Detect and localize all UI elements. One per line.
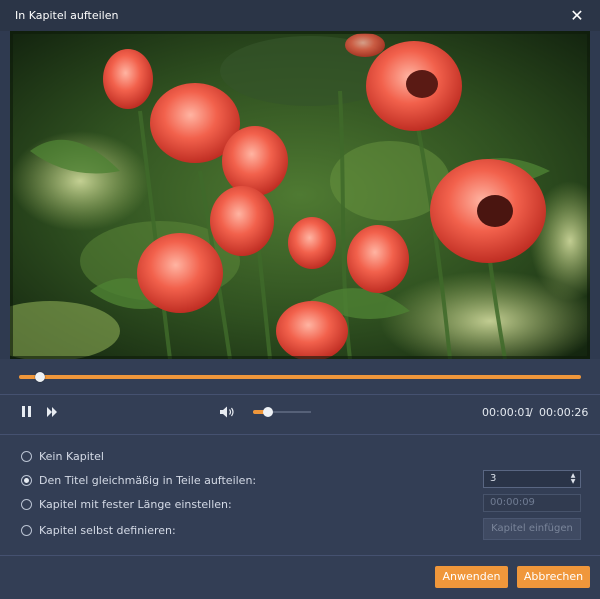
- pause-icon[interactable]: [20, 405, 32, 419]
- apply-button[interactable]: Anwenden: [435, 566, 508, 588]
- fast-forward-icon[interactable]: [45, 405, 59, 419]
- stepper-arrows-icon[interactable]: ▲ ▼: [568, 473, 578, 487]
- radio-button[interactable]: [21, 524, 32, 536]
- volume-icon[interactable]: [219, 405, 235, 419]
- radio-button[interactable]: [21, 450, 32, 462]
- radio-button[interactable]: [21, 498, 32, 510]
- title-bar: In Kapitel aufteilen ✕: [0, 0, 600, 31]
- dialog-title: In Kapitel aufteilen: [15, 9, 119, 22]
- progress-bar[interactable]: [19, 375, 581, 379]
- divider: [0, 394, 600, 395]
- radio-button-selected[interactable]: [21, 474, 32, 486]
- option-no-chapter[interactable]: Kein Kapitel: [21, 449, 104, 463]
- time-separator: /: [529, 406, 533, 419]
- volume-handle[interactable]: [263, 407, 273, 417]
- chapter-length-field[interactable]: 00:00:09: [483, 494, 581, 512]
- option-label: Kapitel mit fester Länge einstellen:: [39, 497, 232, 511]
- total-time: 00:00:26: [539, 406, 589, 419]
- divider: [0, 434, 600, 435]
- video-preview: [10, 31, 590, 359]
- progress-handle[interactable]: [35, 372, 45, 382]
- option-split-evenly[interactable]: Den Titel gleichmäßig in Teile aufteilen…: [21, 473, 256, 487]
- insert-chapter-button[interactable]: Kapitel einfügen: [483, 518, 581, 540]
- parts-count-stepper[interactable]: 3: [483, 470, 581, 488]
- option-fixed-length[interactable]: Kapitel mit fester Länge einstellen:: [21, 497, 232, 511]
- video-frame: [10, 31, 590, 359]
- option-label: Kein Kapitel: [39, 449, 104, 463]
- option-custom-chapters[interactable]: Kapitel selbst definieren:: [21, 523, 176, 537]
- current-time: 00:00:01: [482, 406, 532, 419]
- close-icon[interactable]: ✕: [566, 6, 588, 26]
- option-label: Kapitel selbst definieren:: [39, 523, 176, 537]
- divider: [0, 555, 600, 556]
- option-label: Den Titel gleichmäßig in Teile aufteilen…: [39, 473, 257, 487]
- cancel-button[interactable]: Abbrechen: [517, 566, 590, 588]
